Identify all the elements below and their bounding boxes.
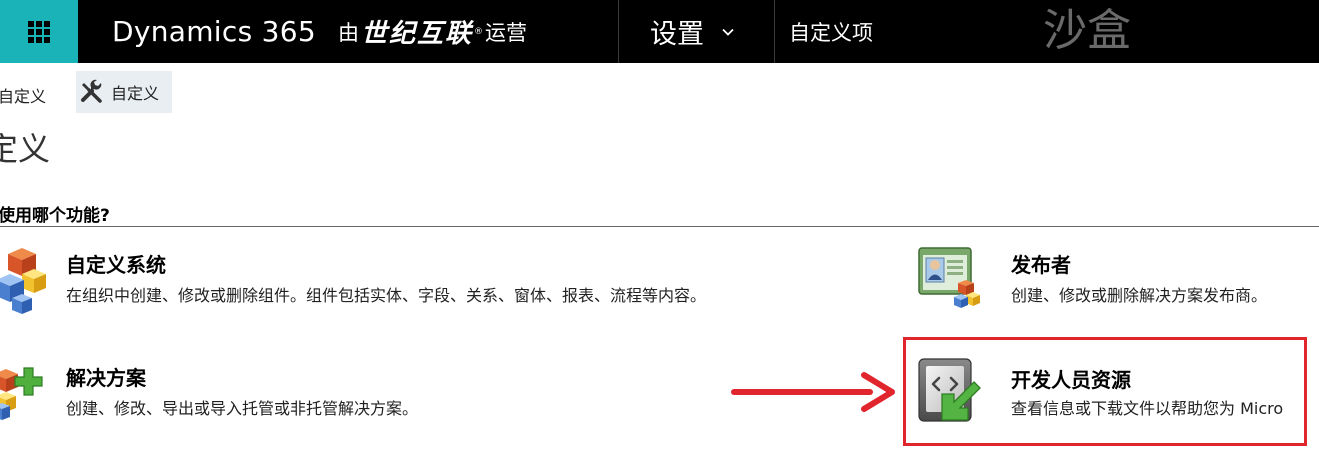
registered-mark: ® xyxy=(474,26,484,37)
waffle-grid-icon xyxy=(28,20,50,43)
solutions-title: 解决方案 xyxy=(66,366,146,390)
wrench-screwdriver-icon xyxy=(81,79,102,103)
nav-divider xyxy=(774,0,775,63)
publisher-icon xyxy=(918,247,980,308)
app-launcher-button[interactable] xyxy=(0,0,78,63)
solutions-description: 创建、修改、导出或导入托管或非托管解决方案。 xyxy=(66,399,419,418)
app-name: Dynamics 365 xyxy=(112,15,317,48)
customize-system-title: 自定义系统 xyxy=(66,253,166,277)
cubes-plus-icon xyxy=(0,367,43,420)
cubes-icon xyxy=(0,248,46,314)
solutions-item[interactable]: 解决方案 创建、修改、导出或导入托管或非托管解决方案。 xyxy=(0,352,700,432)
page-title: 定义 xyxy=(0,130,51,168)
brand-operator: 世纪互联 xyxy=(361,19,474,49)
publishers-title: 发布者 xyxy=(1011,253,1071,277)
annotation-highlight-box xyxy=(903,337,1307,446)
publishers-item[interactable]: 发布者 创建、修改或删除解决方案发布商。 xyxy=(914,240,1319,320)
top-nav-bar: Dynamics 365 由 世纪互联 ® 运营 设置 自定义项 沙盒 xyxy=(0,0,1319,63)
section-header: 使用哪个功能? xyxy=(0,206,110,226)
command-bar: 自定义 自定义 xyxy=(0,63,1319,121)
environment-label: 沙盒 xyxy=(1043,5,1131,56)
breadcrumb-customize[interactable]: 自定义 xyxy=(0,83,46,107)
brand-logo[interactable]: Dynamics 365 由 世纪互联 ® 运营 xyxy=(112,0,527,63)
publishers-description: 创建、修改或删除解决方案发布商。 xyxy=(1011,286,1268,305)
customize-tab[interactable]: 自定义 xyxy=(76,71,172,113)
brand-by-text: 由 xyxy=(338,20,360,45)
chevron-down-icon xyxy=(722,28,734,36)
settings-label: 设置 xyxy=(650,19,704,50)
section-divider xyxy=(0,226,1319,227)
annotation-arrow xyxy=(731,372,895,412)
customize-system-item[interactable]: 自定义系统 在组织中创建、修改或删除组件。组件包括实体、字段、关系、窗体、报表、… xyxy=(0,240,860,320)
customize-tab-label: 自定义 xyxy=(111,84,160,103)
customize-system-description: 在组织中创建、修改或删除组件。组件包括实体、字段、关系、窗体、报表、流程等内容。 xyxy=(66,286,707,305)
breadcrumb-customizations[interactable]: 自定义项 xyxy=(789,0,873,63)
settings-menu-button[interactable]: 设置 xyxy=(619,0,774,63)
brand-operated-text: 运营 xyxy=(485,20,528,45)
